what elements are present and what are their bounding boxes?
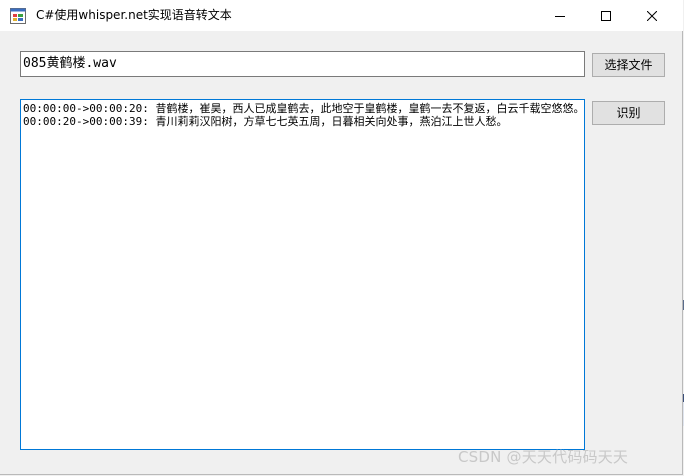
output-line: 00:00:20->00:00:39: 青川莉莉汉阳树，方草七七英五周，日暮相关… [23, 115, 508, 128]
minimize-button[interactable] [537, 0, 583, 31]
app-window: C#使用whisper.net实现语音转文本 085黄鹤楼.wav 选择文件 0… [0, 0, 683, 475]
recognize-button[interactable]: 识别 [592, 101, 665, 125]
output-line: 00:00:00->00:00:20: 昔鹤楼，崔昊，西人已成皇鹤去，此地空于皇… [23, 102, 585, 115]
watermark: CSDN @天天代码码天天 [458, 448, 629, 466]
title-bar[interactable]: C#使用whisper.net实现语音转文本 [0, 0, 683, 31]
select-file-button[interactable]: 选择文件 [592, 53, 665, 77]
close-button[interactable] [629, 0, 675, 31]
window-title: C#使用whisper.net实现语音转文本 [36, 8, 232, 22]
close-icon [647, 10, 657, 21]
maximize-button[interactable] [583, 0, 629, 31]
maximize-icon [601, 10, 611, 21]
transcription-output[interactable]: 00:00:00->00:00:20: 昔鹤楼，崔昊，西人已成皇鹤去，此地空于皇… [20, 99, 585, 450]
app-icon[interactable] [10, 8, 26, 24]
file-path-input[interactable]: 085黄鹤楼.wav [20, 51, 585, 77]
minimize-icon [555, 15, 565, 17]
